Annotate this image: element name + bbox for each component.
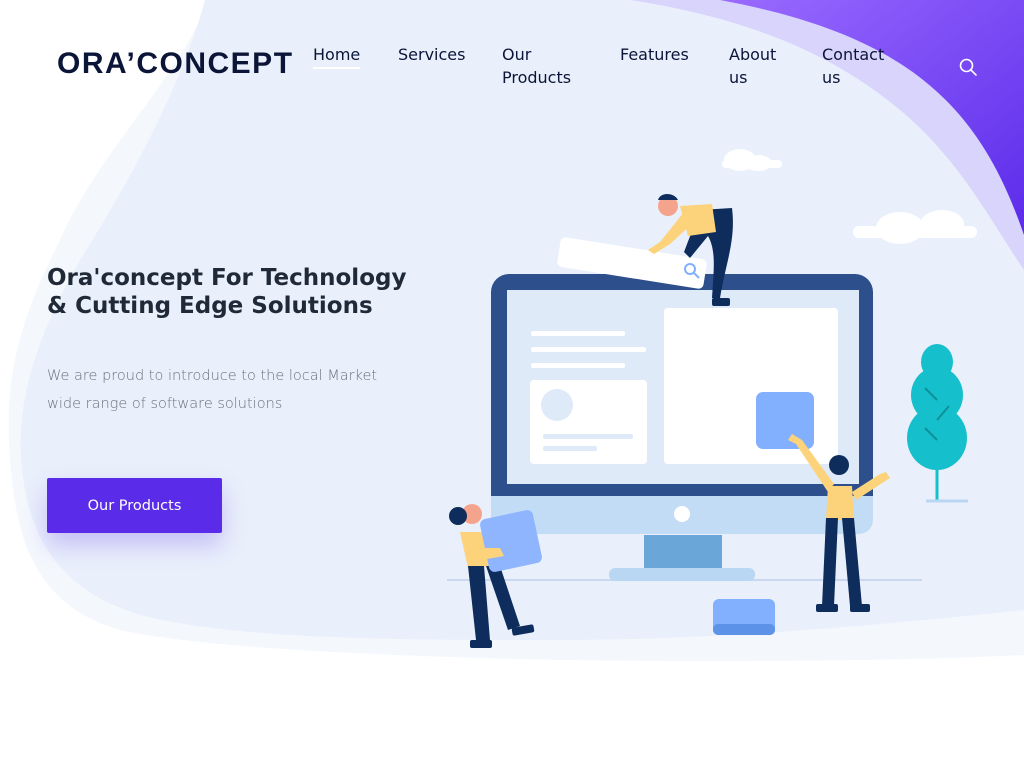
hero-subtitle: We are proud to introduce to the local M… — [47, 368, 378, 412]
site-header: ORA’CONCEPT Home Services Our Products F… — [0, 0, 1024, 110]
tree-icon — [907, 344, 968, 503]
nav-item-features[interactable]: Features — [620, 43, 689, 66]
person-figure-left — [449, 504, 542, 648]
nav-item-contact-us[interactable]: Contact us — [822, 43, 897, 89]
search-button[interactable] — [958, 57, 978, 77]
hero-title: Ora'concept For Technology & Cutting Edg… — [47, 265, 407, 319]
nav-item-our-products[interactable]: Our Products — [502, 43, 582, 89]
search-icon — [959, 58, 977, 76]
cloud-icon — [722, 149, 782, 171]
monitor-stand — [644, 535, 722, 571]
logo[interactable]: ORA’CONCEPT — [57, 47, 294, 81]
nav-item-services[interactable]: Services — [398, 43, 465, 66]
nav-item-about-us[interactable]: About us — [729, 43, 789, 89]
nav-item-home[interactable]: Home — [313, 43, 361, 69]
our-products-button[interactable]: Our Products — [47, 478, 222, 533]
monitor-base — [609, 568, 755, 581]
hero-illustration — [447, 149, 977, 648]
cloud-icon — [853, 210, 977, 244]
